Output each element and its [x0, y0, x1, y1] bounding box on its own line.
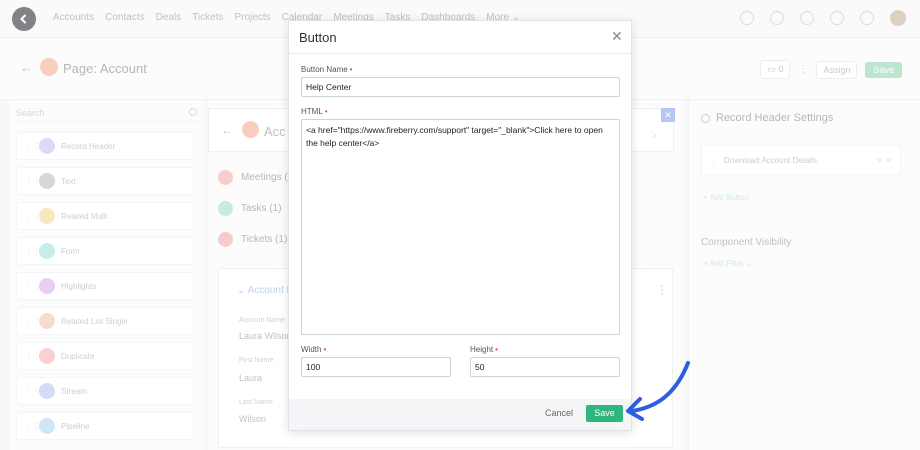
width-label: Width •	[301, 345, 326, 354]
height-label: Height •	[470, 345, 498, 354]
button-dialog: Button ✕ Button Name• HTML• <a href="htt…	[288, 20, 632, 431]
close-icon[interactable]: ✕	[611, 28, 623, 45]
required-mark: •	[349, 65, 353, 74]
required-mark: •	[495, 345, 498, 354]
height-label-text: Height	[470, 345, 494, 354]
button-name-label: Button Name •	[301, 65, 353, 74]
html-label: HTML •	[301, 107, 328, 116]
width-label-text: Width	[301, 345, 322, 354]
dialog-footer: Cancel Save	[289, 399, 631, 430]
cancel-button[interactable]: Cancel	[545, 408, 573, 418]
height-input[interactable]	[470, 357, 620, 377]
annotation-arrow-icon	[626, 361, 690, 421]
dialog-header: Button ✕	[289, 21, 631, 54]
dialog-title: Button	[299, 30, 337, 45]
button-name-label-text: Button Name	[301, 65, 348, 74]
button-name-input[interactable]	[301, 77, 620, 97]
html-label-text: HTML	[301, 107, 323, 116]
required-mark: •	[323, 345, 327, 354]
html-textarea[interactable]: <a href="https://www.fireberry.com/suppo…	[301, 119, 620, 335]
width-input[interactable]	[301, 357, 451, 377]
required-mark: •	[324, 107, 328, 116]
